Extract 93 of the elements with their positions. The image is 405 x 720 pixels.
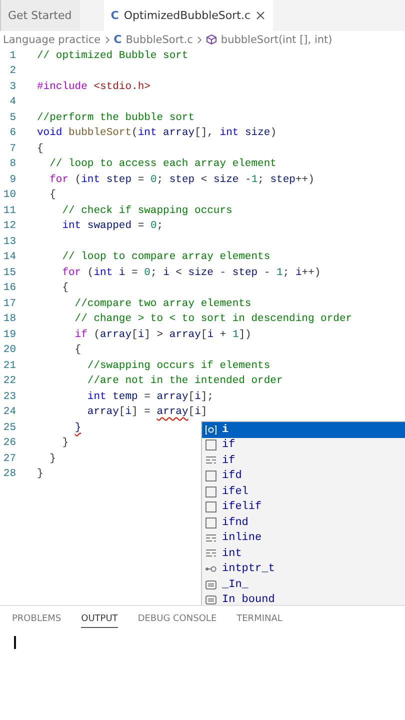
code-line: //swapping occurs if elements — [86, 360, 270, 372]
suggestion-item[interactable]: ifel — [202, 484, 405, 500]
code-line: } — [74, 422, 82, 434]
code-line: for (int i = 0; i < size - step - 1; i++) — [61, 266, 321, 279]
suggestion-item[interactable]: i — [202, 422, 405, 438]
snippet-icon — [205, 470, 217, 482]
line-number: 21 — [2, 360, 16, 372]
variable-icon — [205, 424, 217, 435]
line-number: 11 — [2, 204, 16, 217]
code-line: array[i] = array[i] — [86, 406, 208, 418]
file-type-icon: C — [110, 9, 119, 22]
line-number: 18 — [2, 313, 16, 326]
code-line: { — [61, 282, 69, 294]
line-number: 24 — [2, 406, 16, 418]
line-number: 22 — [2, 375, 16, 388]
code-line: // check if swapping occurs — [61, 204, 232, 217]
suggestion-item[interactable]: In bound — [202, 592, 405, 605]
line-number: 25 — [2, 422, 16, 434]
code-line: //are not in the intended order — [86, 375, 283, 388]
panel-tab[interactable]: DEBUG CONSOLE — [138, 610, 217, 628]
code-line: { — [37, 142, 44, 155]
suggestion-item[interactable]: inline — [202, 530, 405, 546]
line-number: 12 — [2, 220, 16, 232]
line-number: 9 — [8, 174, 16, 186]
line-number: 4 — [8, 96, 16, 108]
code-line: if (array[i] > array[i + 1]) — [74, 328, 252, 341]
suggestion-item[interactable]: if — [202, 438, 405, 453]
line-number: 19 — [2, 328, 16, 341]
suggestion-item[interactable]: ifelif — [202, 500, 405, 515]
line-number: 16 — [2, 282, 16, 294]
code-line: int temp = array[i]; — [86, 390, 214, 403]
line-number: 20 — [2, 344, 16, 356]
line-number: 7 — [8, 142, 16, 155]
code-line: for (int step = 0; step < size -1; step++) — [48, 174, 314, 186]
editor-tab[interactable]: Get Started — [0, 0, 80, 31]
keyword-icon — [205, 456, 217, 466]
file-type-icon: C — [114, 33, 122, 46]
code-line: // change > to < to sort in descending order — [74, 313, 352, 326]
breadcrumb-item[interactable]: bubbleSort(int [], int) — [220, 34, 332, 46]
code-line: //perform the bubble sort — [37, 112, 195, 124]
interface-icon — [205, 565, 217, 574]
line-number: 10 — [2, 189, 16, 202]
text-cursor — [14, 636, 16, 649]
snippet-icon — [205, 501, 217, 514]
panel-tab[interactable]: PROBLEMS — [12, 610, 62, 628]
line-number: 3 — [8, 80, 16, 93]
panel-tab[interactable]: TERMINAL — [236, 610, 282, 628]
code-line: // loop to access each array element — [48, 158, 276, 170]
code-line: void bubbleSort(int array[], int size) — [37, 127, 277, 140]
code-line: int swapped = 0; — [61, 220, 164, 232]
line-number: 6 — [8, 127, 16, 140]
code-line: //compare two array elements — [74, 298, 252, 310]
code-line: } — [48, 452, 56, 465]
line-number: 13 — [2, 236, 16, 248]
snippet-icon — [205, 439, 217, 452]
snippet-icon — [205, 486, 217, 498]
keyword-icon — [205, 549, 217, 558]
cube-icon — [206, 34, 217, 45]
line-number: 14 — [2, 251, 16, 264]
suggestion-item[interactable]: if — [202, 453, 405, 468]
code-line: #include <stdio.h> — [37, 80, 150, 93]
code-line: { — [48, 189, 56, 202]
line-number: 8 — [8, 158, 16, 170]
code-line: // loop to compare array elements — [61, 251, 270, 264]
line-number: 2 — [8, 65, 16, 78]
line-number: 27 — [2, 452, 16, 465]
code-line: } — [37, 468, 44, 480]
panel-tab[interactable]: OUTPUT — [81, 610, 118, 628]
close-icon[interactable] — [256, 11, 265, 20]
line-number: 17 — [2, 298, 16, 310]
line-number: 28 — [2, 468, 16, 480]
code-line: { — [74, 344, 82, 356]
code-line: } — [61, 437, 69, 450]
text-icon — [205, 595, 217, 605]
suggestion-item[interactable]: _In_ — [202, 577, 405, 592]
breadcrumb-item[interactable]: Language practice — [3, 34, 101, 46]
line-number: 23 — [2, 390, 16, 403]
breadcrumb-item[interactable]: BubbleSort.c — [126, 34, 193, 46]
chevron-icon — [196, 36, 202, 44]
line-number: 5 — [8, 112, 16, 124]
suggestion-item[interactable]: ifd — [202, 468, 405, 484]
line-number: 26 — [2, 437, 16, 450]
suggestion-item[interactable]: int — [202, 546, 405, 562]
text-icon — [205, 580, 217, 590]
snippet-icon — [205, 516, 217, 529]
line-number: 15 — [2, 266, 16, 279]
code-line: // optimized Bubble sort — [37, 50, 188, 62]
editor-tab[interactable]: C OptimizedBubbleSort.c — [104, 0, 273, 31]
suggestion-item[interactable]: ifnd — [202, 515, 405, 530]
chevron-icon — [104, 36, 110, 44]
keyword-icon — [205, 534, 217, 543]
suggestion-item[interactable]: intptr_t — [202, 562, 405, 577]
line-number: 1 — [8, 50, 16, 62]
